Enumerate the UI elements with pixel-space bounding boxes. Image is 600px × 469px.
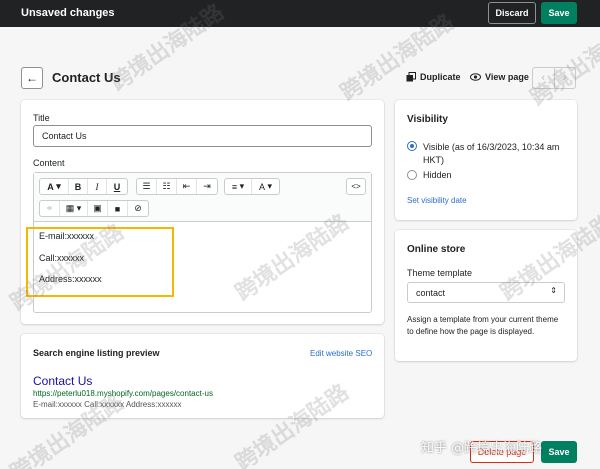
- duplicate-label: Duplicate: [420, 72, 461, 82]
- numbered-list-icon[interactable]: ☷: [157, 179, 177, 194]
- link-icon[interactable]: ⚭: [40, 201, 60, 216]
- edit-seo-link[interactable]: Edit website SEO: [310, 349, 372, 358]
- visible-option-label: Visible (as of 16/3/2023, 10:34 am HKT): [423, 142, 560, 165]
- visible-radio[interactable]: [407, 141, 417, 151]
- save-button[interactable]: Save: [541, 2, 577, 24]
- duplicate-icon: [406, 72, 416, 82]
- highlight-box: [26, 227, 174, 297]
- underline-button[interactable]: U: [107, 179, 127, 194]
- hidden-option-label: Hidden: [423, 170, 452, 180]
- editor-toolbar: A ▾ B I U ☰ ☷ ⇤ ⇥ ≡ ▾ A ▾ <> ⚭ ▦ ▾ ▣ ■ ⊘: [34, 173, 371, 222]
- toolbar-group-format: A ▾ B I U: [39, 178, 128, 195]
- seo-heading: Search engine listing preview: [33, 348, 160, 358]
- duplicate-button[interactable]: Duplicate: [406, 72, 461, 82]
- clear-formatting-icon[interactable]: ⊘: [128, 201, 148, 216]
- toolbar-group-lists: ☰ ☷ ⇤ ⇥: [136, 178, 218, 195]
- theme-template-label: Theme template: [407, 268, 473, 278]
- title-label: Title: [33, 113, 50, 123]
- discard-button[interactable]: Discard: [488, 2, 536, 24]
- visibility-card: Visibility Visible (as of 16/3/2023, 10:…: [395, 100, 577, 220]
- indent-icon[interactable]: ⇥: [197, 179, 217, 194]
- toolbar-group-html: <>: [346, 178, 366, 195]
- outdent-icon[interactable]: ⇤: [177, 179, 197, 194]
- seo-preview-card: Search engine listing preview Edit websi…: [21, 334, 384, 418]
- select-caret-icon: ⇕: [550, 286, 557, 295]
- online-store-card: Online store Theme template contact ⇕ As…: [395, 230, 577, 361]
- title-input[interactable]: Contact Us: [33, 125, 372, 147]
- eye-icon: [470, 73, 481, 81]
- online-store-heading: Online store: [407, 244, 466, 255]
- hidden-radio[interactable]: [407, 170, 417, 180]
- text-color-icon: A: [258, 181, 265, 192]
- image-icon[interactable]: ▣: [88, 201, 108, 216]
- toolbar-group-style: ≡ ▾ A ▾: [224, 178, 280, 195]
- seo-preview-url: https://peterlu018.myshopify.com/pages/c…: [33, 389, 213, 398]
- content-label: Content: [33, 158, 65, 168]
- bullet-list-icon[interactable]: ☰: [137, 179, 157, 194]
- footer-save-button[interactable]: Save: [541, 441, 577, 463]
- toolbar-group-insert: ⚭ ▦ ▾ ▣ ■ ⊘: [39, 200, 149, 217]
- previous-page-icon[interactable]: ‹: [532, 67, 555, 89]
- seo-preview-title: Contact Us: [33, 374, 93, 388]
- align-icon: ≡: [231, 181, 238, 192]
- bold-button[interactable]: B: [69, 179, 88, 194]
- show-html-button[interactable]: <>: [347, 179, 365, 194]
- zhihu-credit: 知乎 @跨境出海陆路: [421, 441, 543, 456]
- seo-preview-description: E-mail:xxxxxx Call:xxxxxx Address:xxxxxx: [33, 400, 182, 409]
- align-button[interactable]: ≡ ▾: [225, 179, 252, 194]
- font-format-button[interactable]: A ▾: [40, 179, 69, 194]
- visibility-heading: Visibility: [407, 114, 448, 125]
- text-color-button[interactable]: A ▾: [252, 179, 279, 194]
- back-button[interactable]: ←: [21, 67, 43, 89]
- view-page-button[interactable]: View page: [470, 72, 529, 82]
- italic-button[interactable]: I: [88, 179, 107, 194]
- table-icon[interactable]: ▦ ▾: [60, 201, 88, 216]
- video-icon[interactable]: ■: [108, 201, 128, 216]
- view-page-label: View page: [485, 72, 529, 82]
- unsaved-changes-label: Unsaved changes: [21, 7, 115, 19]
- theme-template-help: Assign a template from your current them…: [407, 315, 559, 336]
- page-navigation: ‹ ›: [532, 67, 576, 89]
- top-bar: Unsaved changes Discard Save: [0, 0, 600, 27]
- page-title: Contact Us: [52, 70, 121, 85]
- theme-template-value: contact: [416, 288, 446, 298]
- next-page-icon[interactable]: ›: [554, 67, 576, 89]
- arrow-left-icon: ←: [26, 71, 38, 85]
- set-visibility-date-link[interactable]: Set visibility date: [407, 196, 467, 205]
- theme-template-select[interactable]: contact ⇕: [407, 282, 565, 303]
